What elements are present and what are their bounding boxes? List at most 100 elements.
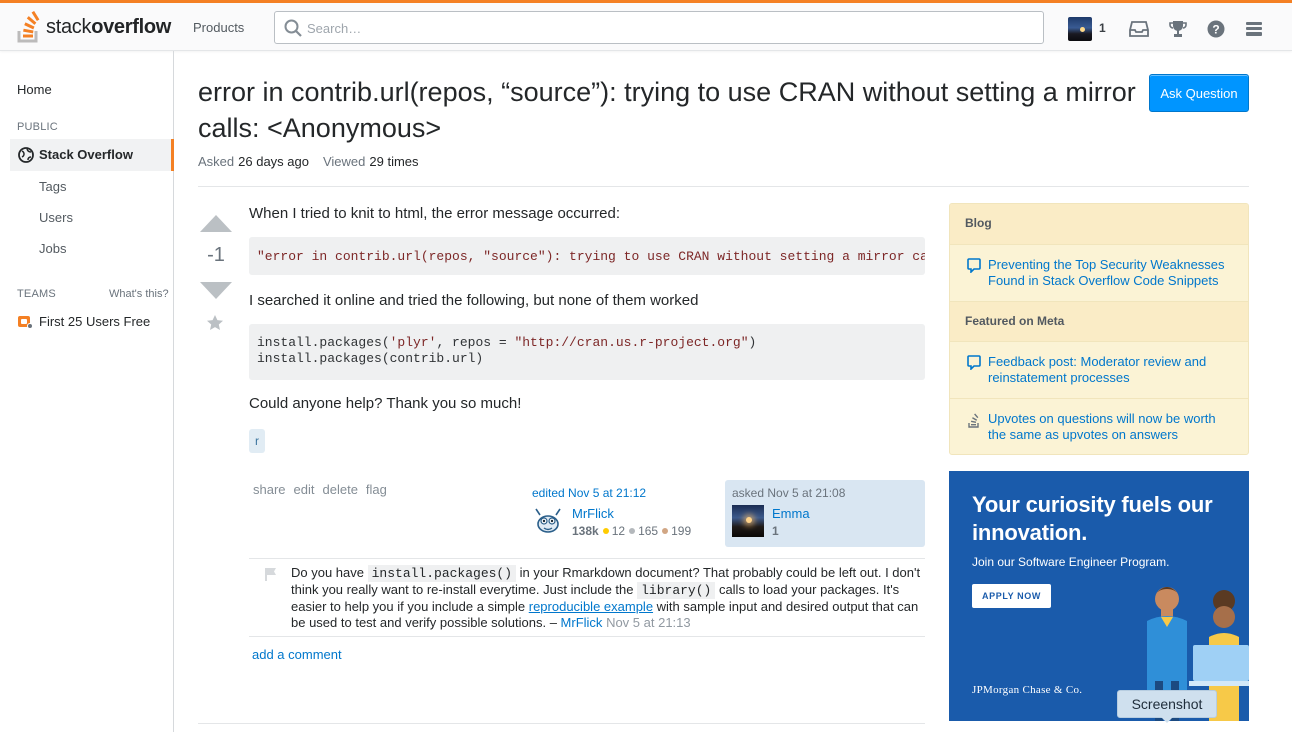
editor-silver-count: 165: [638, 524, 659, 538]
add-comment-link[interactable]: add a comment: [252, 647, 342, 662]
nav-tags[interactable]: Tags: [39, 179, 66, 194]
viewed-value: 29 times: [369, 154, 419, 169]
globe-icon: [18, 147, 34, 163]
owner-avatar[interactable]: [732, 505, 764, 537]
reproducible-example-link[interactable]: reproducible example: [529, 599, 653, 614]
meta-post-title-1: Feedback post: Moderator review and rein…: [988, 354, 1207, 385]
search-box[interactable]: [274, 11, 1044, 44]
silver-badge-icon: [629, 528, 636, 535]
teams-whats-this-link[interactable]: What's this?: [109, 288, 169, 300]
viewed-label: Viewed: [322, 154, 366, 169]
meta-post-title-2: Upvotes on questions will now be worth t…: [988, 411, 1216, 442]
code-block-install[interactable]: install.packages('plyr', repos = "http:/…: [249, 324, 925, 380]
briefcase-icon: [18, 316, 33, 329]
comment-user-link[interactable]: MrFlick: [561, 615, 603, 630]
comment-code: library(): [637, 582, 716, 599]
help-icon[interactable]: ?: [1205, 18, 1227, 40]
owner-reputation: 1: [772, 524, 779, 538]
products-menu[interactable]: Products: [184, 13, 253, 43]
comment-date[interactable]: Nov 5 at 21:13: [606, 615, 691, 630]
owner-signature: asked Nov 5 at 21:08 Emma 1: [725, 480, 925, 547]
blog-post-link[interactable]: Preventing the Top Security Weaknesses F…: [950, 244, 1248, 301]
bookmark-star-icon[interactable]: [206, 314, 224, 332]
ad-subtitle: Join our Software Engineer Program.: [972, 555, 1170, 569]
flag-icon[interactable]: [264, 567, 278, 581]
bronze-badge-icon: [662, 528, 669, 535]
comment-text: Do you have: [291, 565, 368, 580]
nav-home[interactable]: Home: [17, 82, 52, 97]
editor-signature: edited Nov 5 at 21:12 MrFlick 138k 12 165 1…: [532, 482, 712, 542]
search-icon: [284, 19, 302, 37]
nav-jobs[interactable]: Jobs: [39, 241, 66, 256]
screenshot-tooltip: Screenshot: [1117, 690, 1217, 718]
asked-label: Asked: [198, 154, 235, 169]
owner-name-link[interactable]: Emma: [772, 506, 810, 521]
share-link[interactable]: share: [253, 482, 286, 497]
code-text: , repos =: [436, 335, 515, 350]
asked-timestamp: asked Nov 5 at 21:08: [732, 486, 846, 500]
editor-name-link[interactable]: MrFlick: [572, 506, 614, 521]
tooltip-arrow: [1161, 717, 1173, 723]
featured-meta-header: Featured on Meta: [950, 301, 1248, 341]
inbox-icon[interactable]: [1128, 18, 1150, 40]
comment-divider: [249, 558, 925, 559]
edited-timestamp-link[interactable]: edited Nov 5 at 21:12: [532, 486, 646, 500]
logo-wordmark-light: stack: [46, 15, 92, 38]
speech-bubble-icon: [967, 258, 981, 273]
top-bar: stackoverflow Products 1 ?: [0, 0, 1292, 51]
code-text: ): [748, 335, 757, 350]
user-avatar[interactable]: [1068, 17, 1092, 41]
ask-question-button[interactable]: Ask Question: [1149, 74, 1249, 112]
upvote-arrow-icon[interactable]: [200, 214, 232, 232]
nav-teams-first-25-users[interactable]: First 25 Users Free: [17, 313, 150, 329]
comment-divider-bottom: [249, 636, 925, 637]
editor-avatar[interactable]: [532, 505, 564, 537]
stack-overflow-logo[interactable]: stackoverflow: [16, 9, 171, 45]
nav-users[interactable]: Users: [39, 210, 73, 225]
achievements-trophy-icon[interactable]: [1167, 18, 1189, 40]
header-divider: [198, 186, 1249, 187]
post-menu: share edit delete flag: [253, 482, 395, 497]
meta-post-link-2[interactable]: Upvotes on questions will now be worth t…: [950, 398, 1248, 454]
editor-rep-score: 138k: [572, 524, 599, 538]
gold-badge-icon: [602, 528, 609, 535]
body-paragraph-3: Could anyone help? Thank you so much!: [249, 395, 522, 412]
ad-brand-logo: JPMorgan Chase & Co.: [972, 684, 1083, 696]
downvote-arrow-icon[interactable]: [200, 282, 232, 300]
editor-gold-count: 12: [611, 524, 626, 538]
question-title[interactable]: error in contrib.url(repos, “source”): t…: [198, 74, 1138, 146]
nav-stack-overflow[interactable]: Stack Overflow: [10, 139, 174, 171]
site-switcher-icon[interactable]: [1243, 18, 1265, 40]
ad-apply-button[interactable]: APPLY NOW: [972, 584, 1051, 608]
comment: Do you have install.packages() in your R…: [291, 565, 921, 631]
comment-code: install.packages(): [367, 565, 517, 582]
blog-header: Blog: [950, 204, 1248, 244]
search-input[interactable]: [307, 17, 1007, 39]
body-paragraph-1: When I tried to knit to html, the error …: [249, 205, 620, 222]
post-bottom-divider: [198, 723, 925, 724]
sidebar-featured-widget: Blog Preventing the Top Security Weaknes…: [949, 203, 1249, 455]
code-block-error[interactable]: "error in contrib.url(repos, "source"): …: [249, 237, 925, 275]
nav-section-teams: TEAMS: [17, 288, 56, 300]
stack-overflow-logo-icon: [17, 11, 40, 43]
asked-value: 26 days ago: [238, 154, 309, 169]
advertisement-banner[interactable]: Your curiosity fuels our innovation. Joi…: [949, 471, 1249, 721]
svg-text:?: ?: [1212, 23, 1219, 37]
flag-link[interactable]: flag: [366, 482, 387, 497]
user-reputation[interactable]: 1: [1099, 21, 1106, 35]
team-item-label: First 25 Users Free: [39, 313, 151, 329]
code-string: "http://cran.us.r-project.org": [514, 335, 749, 350]
speech-bubble-icon: [967, 355, 981, 370]
ad-headline: Your curiosity fuels our innovation.: [972, 492, 1213, 545]
code-string: 'plyr': [389, 335, 437, 350]
logo-wordmark: stackoverflow: [46, 16, 171, 39]
question-meta: Asked 26 days ago Viewed 29 times: [198, 154, 433, 169]
edit-link[interactable]: edit: [294, 482, 315, 497]
meta-post-link-1[interactable]: Feedback post: Moderator review and rein…: [950, 341, 1248, 398]
body-paragraph-2: I searched it online and tried the follo…: [249, 292, 699, 309]
nav-section-public: PUBLIC: [17, 121, 58, 133]
delete-link[interactable]: delete: [323, 482, 358, 497]
editor-bronze-count: 199: [671, 524, 692, 538]
tag-r[interactable]: r: [249, 429, 265, 453]
blog-post-title: Preventing the Top Security Weaknesses F…: [988, 257, 1225, 288]
